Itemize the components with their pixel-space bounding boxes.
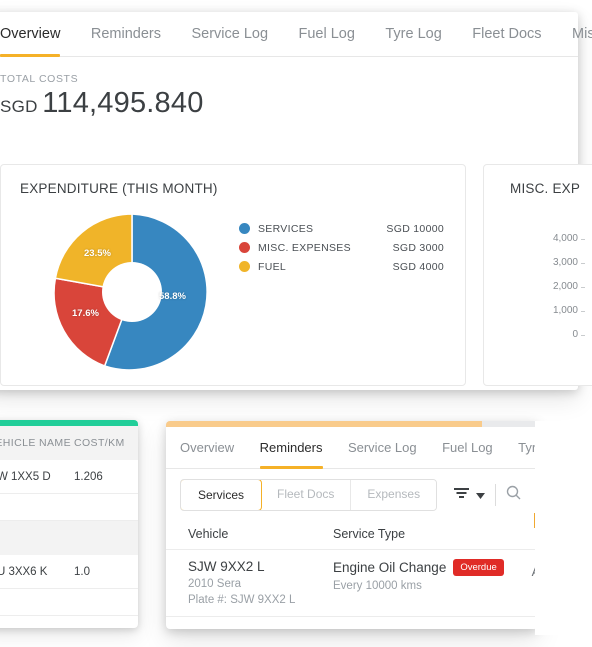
tab-tyre-log[interactable]: Tyre Log (385, 12, 441, 56)
legend-item-misc-expenses[interactable]: MISC. EXPENSES SGD 3000 (239, 238, 444, 257)
misc-expenses-card: MISC. EXP 4,000 3,000 2,000 1,000 0 (483, 164, 592, 386)
reminder-interval: Every 10000 kms (333, 580, 422, 592)
segment-expenses[interactable]: Expenses (351, 480, 437, 510)
segment-services[interactable]: Services (181, 480, 263, 510)
cost-per-km-card: VEHICLE NAME COST/KM GW 1XX5 D 1.206 GU … (0, 420, 138, 628)
reminders-tab-fuel-log[interactable]: Fuel Log (442, 427, 493, 468)
reminders-tab-tyre-log[interactable]: Tyr (518, 427, 536, 468)
legend-color-misc-icon (239, 242, 250, 253)
filter-icon[interactable] (453, 486, 472, 505)
status-badge: Overdue (453, 559, 504, 576)
reminders-tab-service-log[interactable]: Service Log (348, 427, 417, 468)
y-tick-2000: 2,000 (484, 275, 585, 299)
total-costs-currency: SGD (0, 97, 38, 116)
cell-vehicle-name: GU 3XX6 K (0, 565, 48, 578)
reminder-vehicle-cell: SJW 9XX2 L 2010 Sera Plate #: SJW 9XX2 L (188, 559, 333, 606)
table-band (0, 521, 138, 555)
filter-controls (453, 484, 521, 506)
reminders-tabbar: Overview Reminders Service Log Fuel Log … (166, 427, 538, 469)
total-costs-block: TOTAL COSTS SGD 114,495.840 (0, 57, 578, 120)
viewport-clip (535, 421, 592, 635)
tab-misc-expenses[interactable]: Misc. Expe (572, 12, 592, 56)
search-icon[interactable] (506, 485, 521, 505)
expenditure-card-title: EXPENDITURE (THIS MONTH) (20, 181, 218, 196)
toolbar-divider (495, 484, 497, 506)
legend-item-services[interactable]: SERVICES SGD 10000 (239, 219, 444, 238)
legend-label-services: SERVICES (258, 222, 314, 235)
misc-expenses-card-title: MISC. EXP (510, 181, 581, 196)
donut-pct-fuel: 23.5% (84, 248, 111, 259)
reminders-tab-overview[interactable]: Overview (180, 427, 234, 468)
column-header-cost-per-km: COST/KM (74, 437, 125, 449)
reminders-table-header: Vehicle Service Type (166, 521, 538, 549)
reminder-vehicle-name: SJW 9XX2 L (188, 559, 265, 574)
legend-color-fuel-icon (239, 261, 250, 272)
y-tick-3000: 3,000 (484, 251, 585, 275)
total-costs-value: SGD 114,495.840 (0, 87, 578, 120)
screen: Overview Reminders Service Log Fuel Log … (0, 0, 592, 647)
main-tabbar: Overview Reminders Service Log Fuel Log … (0, 12, 592, 57)
table-row[interactable]: GW 1XX5 D 1.206 (0, 460, 138, 494)
donut-svg (53, 213, 208, 371)
chevron-down-icon[interactable] (476, 486, 486, 504)
reminder-vehicle-plate: Plate #: SJW 9XX2 L (188, 594, 296, 606)
reminder-vehicle-model: 2010 Sera (188, 578, 242, 590)
tab-fuel-log[interactable]: Fuel Log (298, 12, 354, 56)
table-row-spacer (0, 494, 138, 521)
table-row[interactable]: GU 3XX6 K 1.0 (0, 555, 138, 589)
total-costs-label: TOTAL COSTS (0, 73, 79, 85)
tab-overview[interactable]: Overview (0, 12, 61, 57)
table-row-spacer (0, 589, 138, 616)
cell-cost-per-km: 1.206 (74, 470, 103, 483)
reminder-service-type-label: Engine Oil Change (333, 560, 447, 575)
y-tick-1000: 1,000 (484, 299, 585, 323)
cost-table-header: VEHICLE NAME COST/KM (0, 426, 138, 460)
column-header-service-type: Service Type (333, 527, 406, 541)
main-window: Overview Reminders Service Log Fuel Log … (0, 12, 592, 390)
y-tick-4000: 4,000 (484, 227, 585, 251)
tab-reminders[interactable]: Reminders (91, 12, 161, 56)
tab-service-log[interactable]: Service Log (191, 12, 268, 56)
legend-item-fuel[interactable]: FUEL SGD 4000 (239, 257, 444, 276)
tab-fleet-docs[interactable]: Fleet Docs (472, 12, 541, 56)
total-costs-amount: 114,495.840 (42, 87, 204, 119)
expenditure-donut-chart: 58.8% 17.6% 23.5% (47, 207, 217, 377)
reminder-service-cell: Engine Oil Change Overdue Every 10000 kms (333, 559, 512, 606)
legend-value-misc-expenses: SGD 3000 (392, 241, 444, 254)
cell-vehicle-name: GW 1XX5 D (0, 470, 51, 483)
donut-pct-services: 58.8% (159, 291, 186, 302)
reminders-tab-reminders[interactable]: Reminders (259, 427, 323, 469)
expenditure-legend: SERVICES SGD 10000 MISC. EXPENSES SGD 30… (239, 219, 444, 276)
legend-value-fuel: SGD 4000 (392, 260, 444, 273)
column-header-vehicle: Vehicle (188, 527, 229, 541)
reminders-toolbar: Services Fleet Docs Expenses (166, 469, 538, 521)
column-header-vehicle-name: VEHICLE NAME (0, 437, 71, 449)
misc-expenses-y-axis: 4,000 3,000 2,000 1,000 0 (484, 227, 585, 347)
legend-color-services-icon (239, 223, 250, 234)
y-tick-0: 0 (484, 323, 585, 347)
reminders-panel: Overview Reminders Service Log Fuel Log … (166, 421, 538, 629)
expenditure-card: EXPENDITURE (THIS MONTH) 58.8% 17.6% 23.… (0, 164, 466, 386)
reminder-row[interactable]: SJW 9XX2 L 2010 Sera Plate #: SJW 9XX2 L… (166, 513, 538, 617)
cell-cost-per-km: 1.0 (74, 565, 90, 578)
segment-fleet-docs[interactable]: Fleet Docs (261, 480, 352, 510)
reminder-service-type: Engine Oil Change Overdue (333, 559, 512, 576)
legend-value-services: SGD 10000 (386, 222, 444, 235)
reminders-segmented-control: Services Fleet Docs Expenses (180, 479, 438, 511)
donut-pct-misc: 17.6% (72, 308, 99, 319)
legend-label-fuel: FUEL (258, 260, 287, 273)
legend-label-misc-expenses: MISC. EXPENSES (258, 241, 351, 254)
